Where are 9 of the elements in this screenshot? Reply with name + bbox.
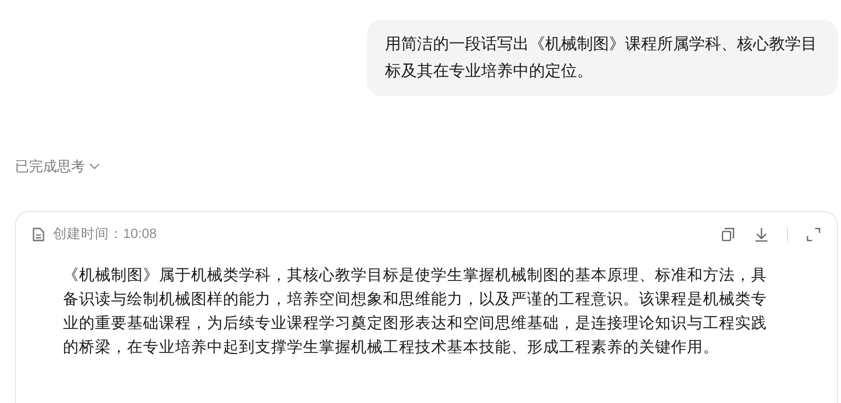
document-icon <box>32 226 45 242</box>
thinking-status[interactable]: 已完成思考 <box>15 156 85 177</box>
download-button[interactable] <box>754 226 769 242</box>
document-text: 《机械制图》属于机械类学科，其核心教学目标是使学生掌握机械制图的基本原理、标准和方法，具备识读与绘制机械图样的能力，培养空间想象和思维能力，以及严谨的工程意识。该课程是机械类专业的重要基础课程，为后续专业课程学习奠定图形表达和空间思维基础，是连接理论知识与工程实践的桥梁，在专业培养中起到支撑学生掌握机械工程技术基本技能、形成工程素养的关键作用。 <box>62 266 768 358</box>
chevron-down-icon[interactable] <box>89 163 100 170</box>
fullscreen-button[interactable] <box>806 226 821 242</box>
user-message: 用简洁的一段话写出《机械制图》课程所属学科、核心教学目标及其在专业培养中的定位。 <box>367 20 838 96</box>
created-time: 创建时间：10:08 <box>53 225 157 243</box>
copy-button[interactable] <box>721 226 736 242</box>
